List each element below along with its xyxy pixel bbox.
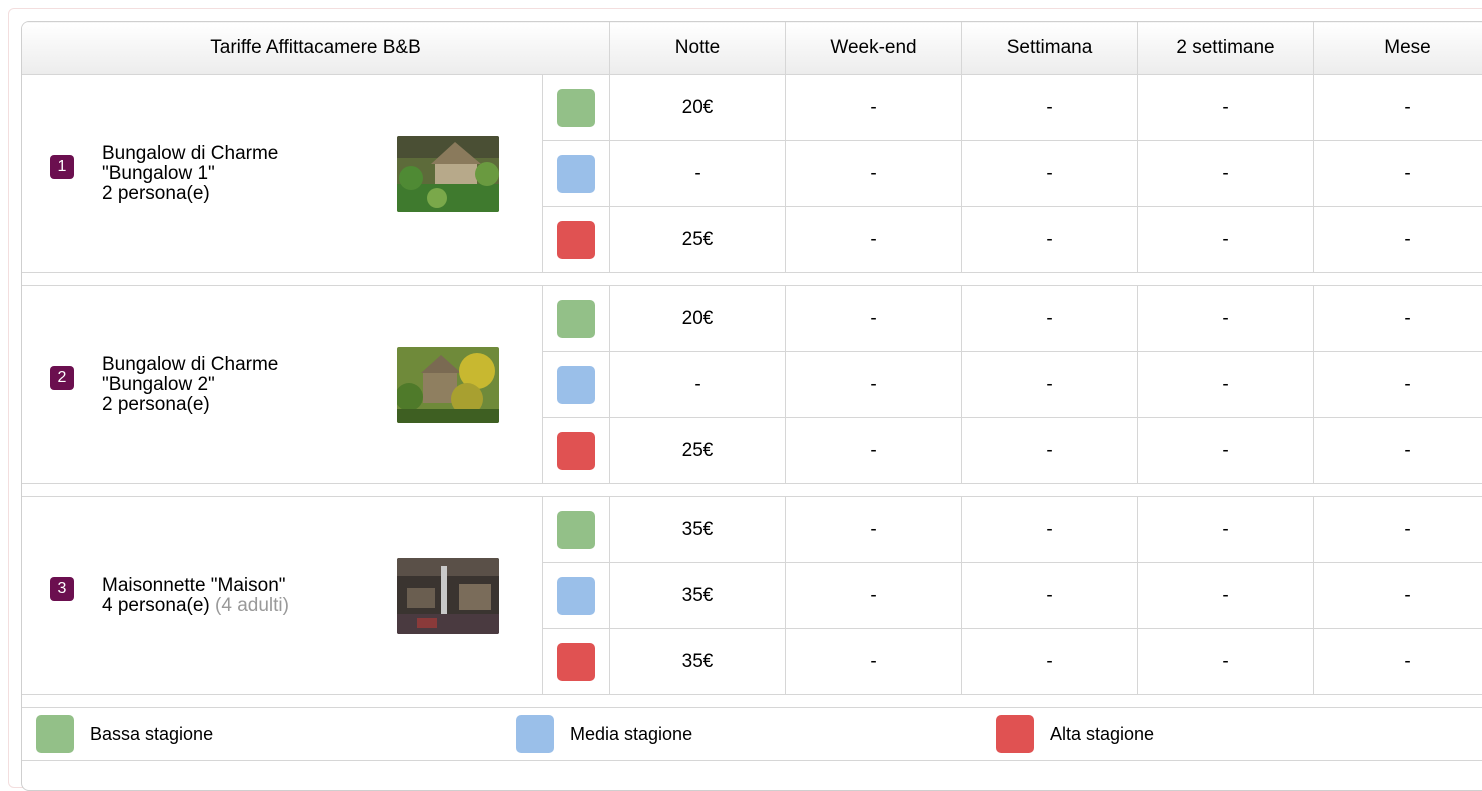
rate-cell: - [1138, 418, 1314, 484]
rate-cell: - [1138, 75, 1314, 141]
room-cell: 1 Bungalow di Charme "Bungalow 1" 2 pers… [22, 75, 543, 273]
room-capacity-detail: (4 adulti) [215, 595, 289, 616]
rate-cell: - [962, 418, 1138, 484]
rate-cell: 35€ [610, 629, 786, 695]
legend-item-high: Alta stagione [996, 715, 1476, 753]
rate-cell: - [962, 352, 1138, 418]
row-spacer [22, 484, 1482, 497]
rate-cell: - [1138, 563, 1314, 629]
season-legend: Bassa stagione Media stagione Alta stagi… [22, 708, 1482, 760]
table-row: 1 Bungalow di Charme "Bungalow 1" 2 pers… [22, 75, 1482, 141]
rate-cell: - [1314, 286, 1482, 352]
rate-cell: - [1138, 352, 1314, 418]
low-season-swatch [557, 300, 595, 338]
rate-cell: - [786, 207, 962, 273]
rate-cell: - [962, 207, 1138, 273]
rate-cell: - [610, 352, 786, 418]
rate-cell: - [962, 141, 1138, 207]
high-season-swatch [557, 432, 595, 470]
rate-cell: 20€ [610, 75, 786, 141]
rate-cell: - [962, 563, 1138, 629]
rate-cell: 35€ [610, 563, 786, 629]
column-header-weekend: Week-end [786, 22, 962, 75]
rate-cell: 20€ [610, 286, 786, 352]
rate-cell: 25€ [610, 207, 786, 273]
table-row: 3 Maisonnette "Maison" 4 persona(e) (4 a… [22, 497, 1482, 563]
room-cell: 3 Maisonnette "Maison" 4 persona(e) (4 a… [22, 497, 543, 695]
room-capacity: 2 persona(e) [102, 184, 397, 204]
rate-cell: - [786, 286, 962, 352]
room-cell: 2 Bungalow di Charme "Bungalow 2" 2 pers… [22, 286, 543, 484]
mid-season-swatch [557, 366, 595, 404]
legend-label-high: Alta stagione [1050, 724, 1154, 745]
rate-cell: - [786, 352, 962, 418]
rates-frame: Tariffe Affittacamere B&B Notte Week-end… [21, 21, 1482, 791]
low-season-swatch [557, 511, 595, 549]
high-season-swatch [557, 643, 595, 681]
rate-cell: - [610, 141, 786, 207]
legend-label-mid: Media stagione [570, 724, 692, 745]
rate-cell: - [786, 75, 962, 141]
room-name[interactable]: Maisonnette "Maison" [102, 576, 397, 596]
rate-cell: - [786, 497, 962, 563]
high-season-swatch [996, 715, 1034, 753]
low-season-swatch [36, 715, 74, 753]
rate-cell: - [1138, 207, 1314, 273]
rates-table: Tariffe Affittacamere B&B Notte Week-end… [21, 21, 1482, 761]
row-spacer [22, 273, 1482, 286]
rate-cell: - [962, 497, 1138, 563]
rate-cell: - [1138, 629, 1314, 695]
room-capacity: 2 persona(e) [102, 395, 397, 415]
rate-cell: - [962, 629, 1138, 695]
rate-cell: - [1138, 497, 1314, 563]
room-photo[interactable] [397, 558, 499, 634]
rate-cell: - [1314, 352, 1482, 418]
rate-cell: - [1138, 141, 1314, 207]
room-label: "Bungalow 1" [102, 164, 397, 184]
rate-cell: 35€ [610, 497, 786, 563]
column-header-2-settimane: 2 settimane [1138, 22, 1314, 75]
legend-label-low: Bassa stagione [90, 724, 213, 745]
column-header-mese: Mese [1314, 22, 1482, 75]
room-name[interactable]: Bungalow di Charme [102, 355, 397, 375]
rate-cell: - [786, 418, 962, 484]
room-photo[interactable] [397, 136, 499, 212]
rate-cell: - [786, 141, 962, 207]
room-number-badge: 2 [50, 366, 74, 390]
low-season-swatch [557, 89, 595, 127]
mid-season-swatch [516, 715, 554, 753]
room-capacity: 4 persona(e) [102, 595, 210, 616]
rate-cell: - [1314, 141, 1482, 207]
table-row: 2 Bungalow di Charme "Bungalow 2" 2 pers… [22, 286, 1482, 352]
rate-cell: - [1314, 629, 1482, 695]
table-title: Tariffe Affittacamere B&B [22, 22, 610, 75]
rate-cell: - [962, 286, 1138, 352]
high-season-swatch [557, 221, 595, 259]
column-header-settimana: Settimana [962, 22, 1138, 75]
room-name[interactable]: Bungalow di Charme [102, 144, 397, 164]
legend-item-mid: Media stagione [516, 715, 996, 753]
rate-cell: 25€ [610, 418, 786, 484]
column-header-notte: Notte [610, 22, 786, 75]
rate-cell: - [1314, 563, 1482, 629]
mid-season-swatch [557, 577, 595, 615]
room-label: "Bungalow 2" [102, 375, 397, 395]
rate-cell: - [786, 563, 962, 629]
rate-cell: - [1314, 75, 1482, 141]
room-photo[interactable] [397, 347, 499, 423]
legend-row: Bassa stagione Media stagione Alta stagi… [22, 708, 1482, 761]
rate-cell: - [786, 629, 962, 695]
rate-cell: - [962, 75, 1138, 141]
room-number-badge: 1 [50, 155, 74, 179]
rate-cell: - [1138, 286, 1314, 352]
room-number-badge: 3 [50, 577, 74, 601]
legend-item-low: Bassa stagione [36, 715, 516, 753]
mid-season-swatch [557, 155, 595, 193]
rate-cell: - [1314, 418, 1482, 484]
rate-cell: - [1314, 497, 1482, 563]
rate-cell: - [1314, 207, 1482, 273]
row-spacer [22, 695, 1482, 708]
